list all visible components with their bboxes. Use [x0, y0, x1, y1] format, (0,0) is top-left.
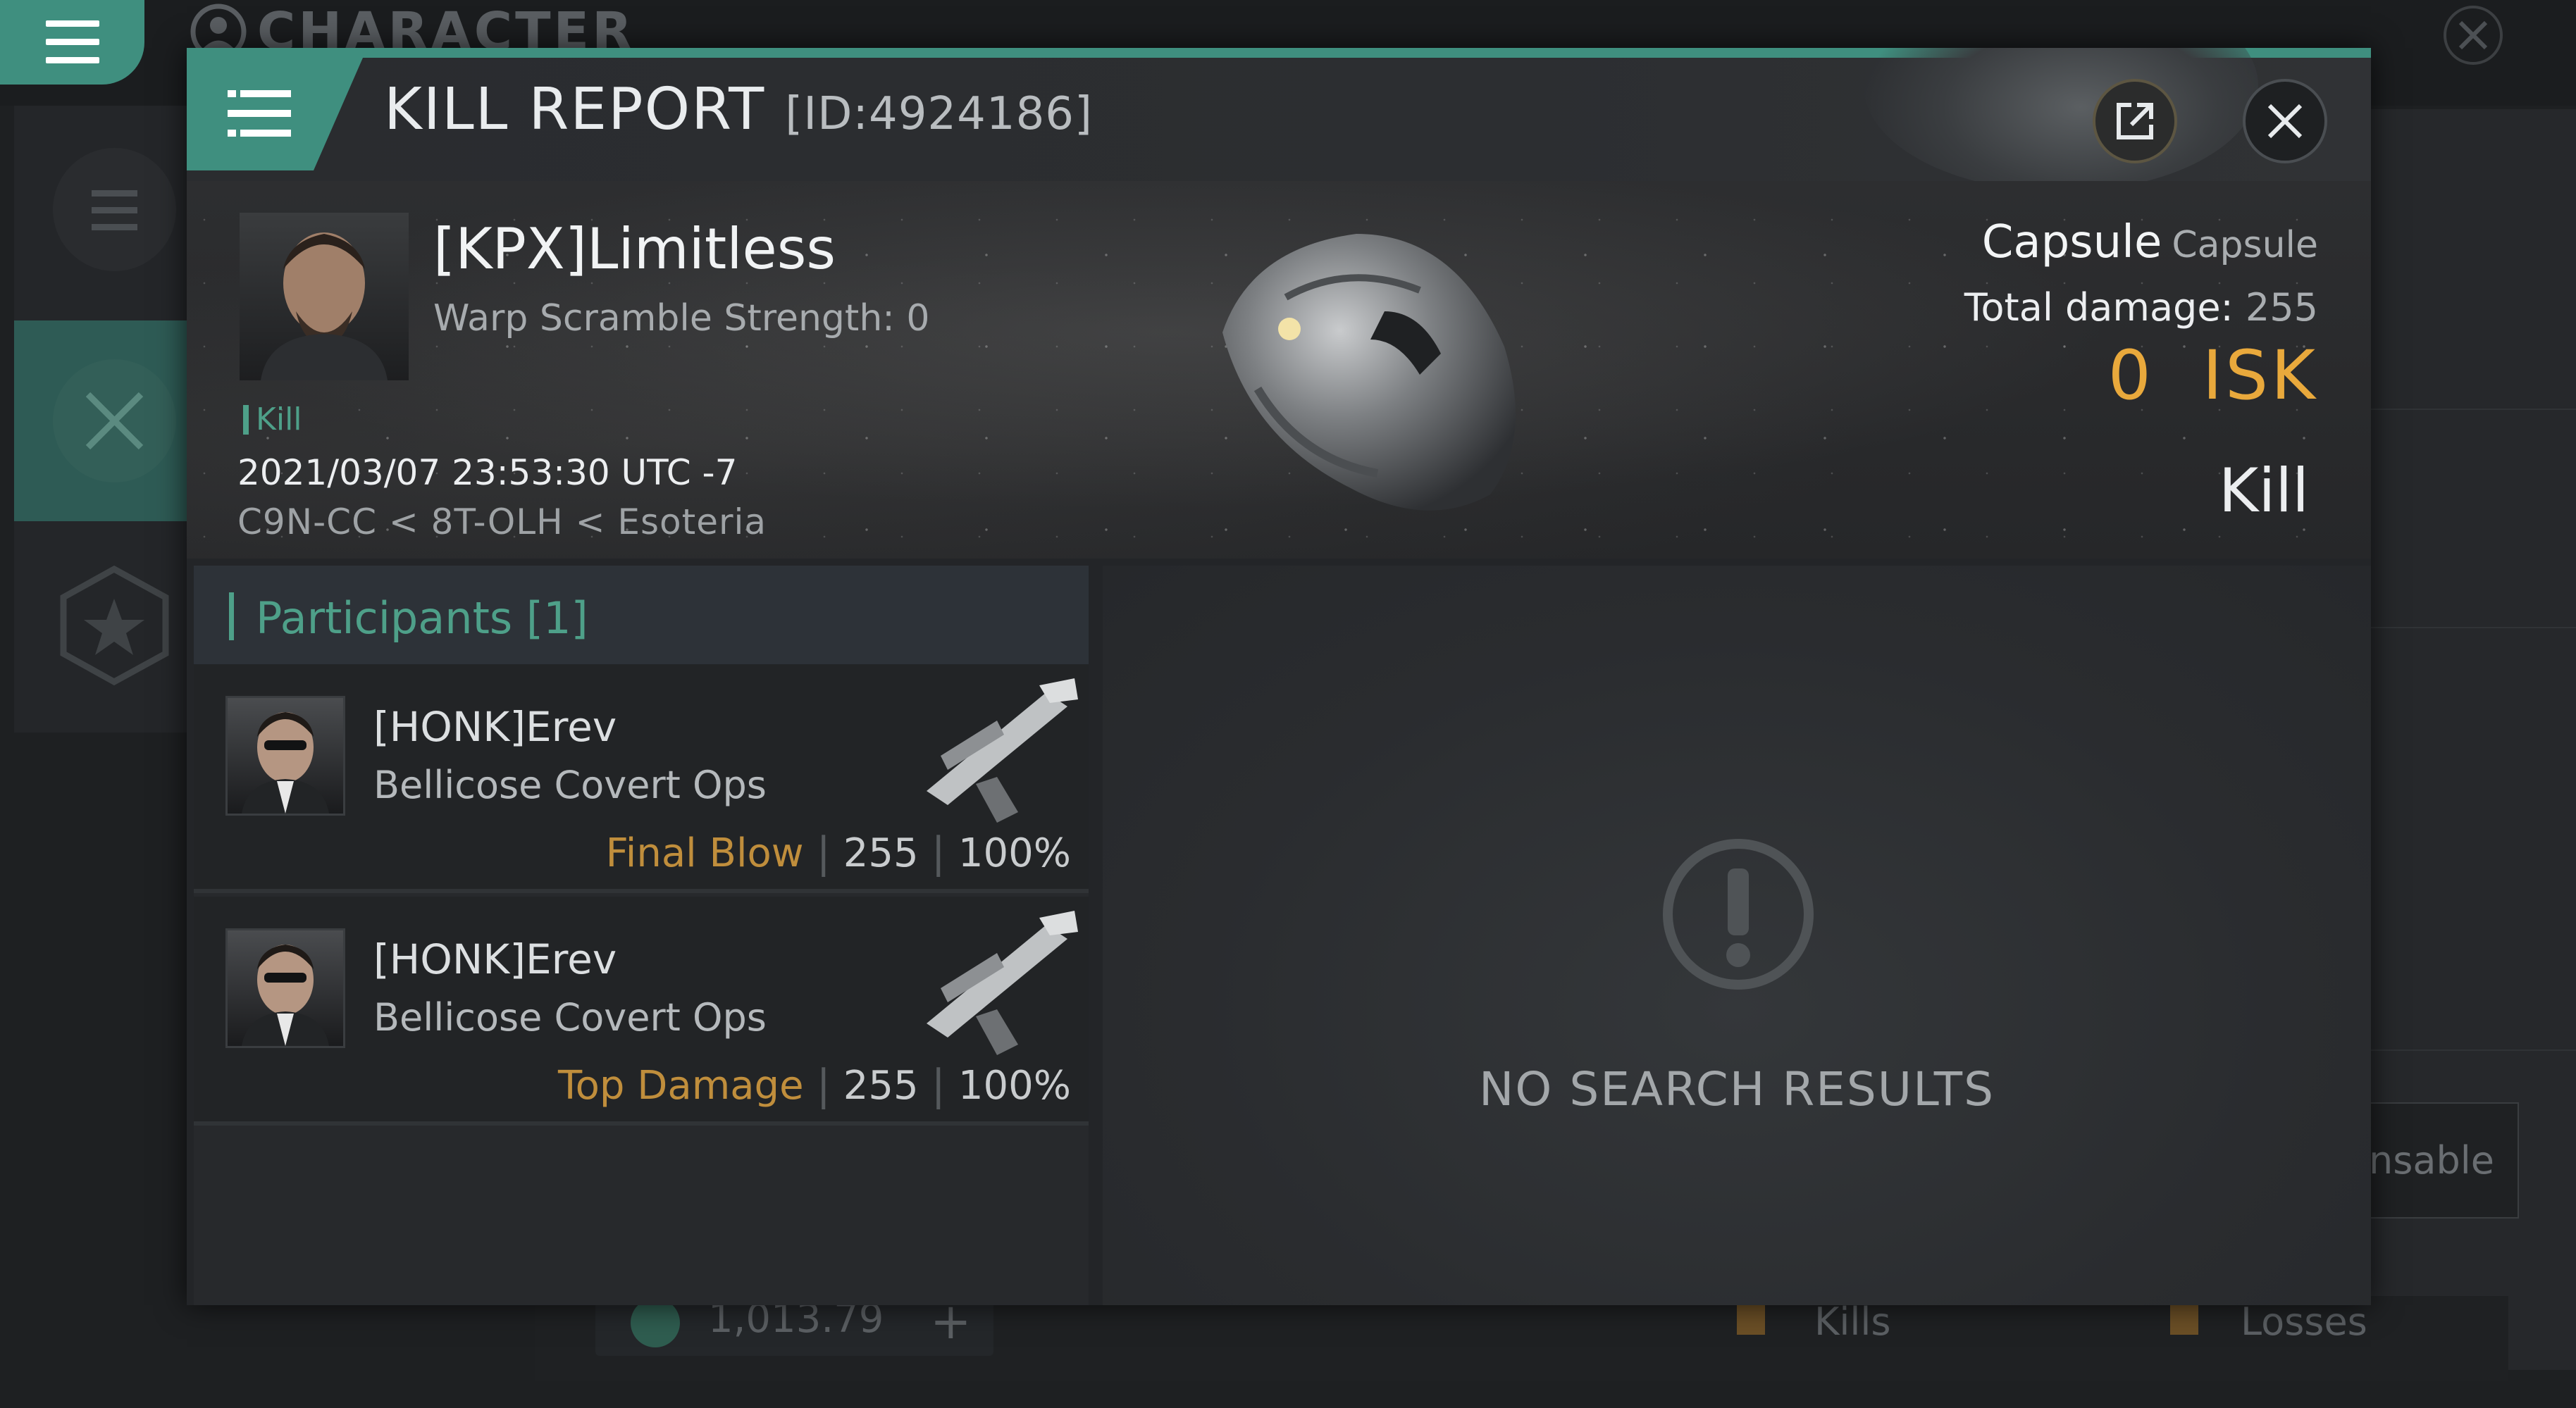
ship-name-text: Capsule — [1981, 216, 2162, 268]
participant-percent: 100% — [958, 1062, 1071, 1109]
participant-portrait[interactable] — [225, 696, 345, 816]
kills-legend-label: Kills — [1814, 1300, 1891, 1344]
results-panel: NO SEARCH RESULTS — [1103, 566, 2371, 1305]
total-damage-value: 255 — [2245, 285, 2318, 330]
participant-row[interactable]: [HONK]Erev Bellicose Covert Ops Final Bl… — [194, 664, 1089, 893]
stat-separator: | — [816, 1061, 831, 1110]
ship-class-text: Capsule — [2172, 224, 2318, 266]
share-external-icon — [2117, 103, 2153, 139]
kill-report-title: KILL REPORT — [384, 76, 766, 143]
security-status-icon — [631, 1298, 680, 1347]
background-menu-button[interactable] — [0, 0, 144, 85]
background-collapsable-button[interactable]: nsable — [2353, 1102, 2519, 1219]
background-collapsable-label: nsable — [2369, 1138, 2494, 1183]
total-damage-label: Total damage: — [1964, 285, 2234, 330]
kill-timestamp: 2021/03/07 23:53:30 UTC -7 — [237, 452, 738, 493]
kill-location[interactable]: C9N-CC < 8T-OLH < Esoteria — [237, 501, 767, 542]
kills-legend-swatch — [1737, 1303, 1765, 1335]
kill-result-label: Kill — [2218, 456, 2309, 526]
stat-separator: | — [931, 1061, 946, 1110]
pilot-portrait-image — [242, 712, 329, 814]
participants-panel: Participants [1] [HONK]Erev Bellicose Co… — [194, 566, 1089, 1305]
menu-icon — [45, 20, 99, 63]
participant-ship: Bellicose Covert Ops — [373, 995, 767, 1040]
participant-ship: Bellicose Covert Ops — [373, 763, 767, 807]
share-button[interactable] — [2093, 79, 2177, 163]
background-divider — [2367, 627, 2576, 628]
victim-section: [KPX]Limitless Warp Scramble Strength: 0… — [187, 181, 2371, 559]
isk-value: 0 ISK — [2107, 336, 2318, 415]
kill-report-modal: KILL REPORT [ID:4924186] [KPX]Limitless … — [187, 48, 2371, 1305]
participant-name[interactable]: [HONK]Erev — [373, 935, 617, 983]
participant-percent: 100% — [958, 830, 1071, 876]
weapon-turret-icon — [927, 911, 1078, 1055]
background-divider — [2367, 1049, 2576, 1051]
menu-icon — [228, 90, 291, 137]
participant-damage: 255 — [843, 830, 919, 876]
victim-warp-scramble: Warp Scramble Strength: 0 — [433, 297, 930, 339]
capsule-ship-image[interactable] — [1124, 206, 1631, 537]
final-blow-label: Final Blow — [605, 830, 804, 876]
participants-header-label: Participants [1] — [256, 592, 588, 644]
participant-stats: Final Blow | 255 | 100% — [606, 828, 1071, 878]
participant-damage: 255 — [843, 1062, 919, 1109]
participant-stats: Top Damage | 255 | 100% — [558, 1061, 1071, 1110]
participant-name[interactable]: [HONK]Erev — [373, 703, 617, 751]
background-close-icon[interactable] — [2441, 4, 2505, 67]
close-button[interactable] — [2243, 79, 2327, 163]
top-damage-label: Top Damage — [557, 1062, 804, 1109]
stat-separator: | — [816, 828, 831, 878]
background-list-button[interactable] — [53, 148, 176, 271]
weapon-turret-icon — [927, 678, 1078, 823]
kill-tag: Kill — [243, 404, 302, 435]
exclamation-icon — [1663, 839, 1814, 990]
list-icon — [92, 190, 137, 230]
header-planet-art — [1864, 48, 2258, 192]
participant-portrait[interactable] — [225, 928, 345, 1048]
star-badge-icon — [60, 565, 169, 686]
participants-header[interactable]: Participants [1] — [194, 566, 1089, 664]
kill-report-id: [ID:4924186] — [785, 88, 1093, 140]
losses-legend-label: Losses — [2241, 1300, 2367, 1344]
background-medals-button[interactable] — [53, 563, 176, 687]
background-divider — [2367, 409, 2576, 410]
crossed-swords-icon — [85, 392, 144, 450]
victim-portrait[interactable] — [240, 213, 409, 380]
close-icon — [2267, 104, 2303, 139]
participant-row[interactable]: [HONK]Erev Bellicose Covert Ops Top Dama… — [194, 897, 1089, 1126]
background-kills-button[interactable] — [53, 359, 176, 482]
total-damage: Total damage: 255 — [1964, 285, 2318, 330]
no-search-results-text: NO SEARCH RESULTS — [1479, 1062, 1995, 1116]
victim-name[interactable]: [KPX]Limitless — [433, 216, 836, 282]
participants-header-accent — [229, 592, 234, 640]
pilot-portrait-image — [261, 232, 388, 380]
pilot-portrait-image — [242, 945, 329, 1046]
stat-separator: | — [931, 828, 946, 878]
ship-name[interactable]: Capsule Capsule — [1982, 216, 2318, 268]
losses-legend-swatch — [2170, 1303, 2198, 1335]
page-title: KILL REPORT [ID:4924186] — [384, 76, 1093, 143]
